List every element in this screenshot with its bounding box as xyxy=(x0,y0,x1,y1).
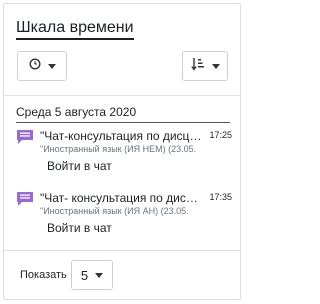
page-size-dropdown[interactable]: 5 xyxy=(71,260,113,290)
clock-icon xyxy=(28,57,41,75)
title-underline xyxy=(16,38,134,40)
chat-icon xyxy=(16,129,34,145)
chat-icon xyxy=(16,191,34,207)
join-chat-link[interactable]: Войти в чат xyxy=(47,159,112,173)
divider xyxy=(4,95,240,96)
date-divider xyxy=(16,122,230,123)
event-course-name: "Иностранный язык (ИЯ АН) (23.05. xyxy=(40,206,189,216)
join-chat-link[interactable]: Войти в чат xyxy=(47,221,112,235)
divider xyxy=(4,250,240,251)
date-heading: Среда 5 августа 2020 xyxy=(16,105,137,119)
timeline-block: Шкала времени Среда 5 августа 2020 "Чат-… xyxy=(3,3,241,300)
show-count-label: Показать xyxy=(20,269,67,281)
chevron-down-icon xyxy=(47,63,56,69)
block-title: Шкала времени xyxy=(16,19,134,36)
chevron-down-icon xyxy=(95,272,104,278)
filter-dropdown-button[interactable] xyxy=(17,51,67,81)
sort-by-time-icon xyxy=(190,57,205,76)
event-course-name: "Иностранный язык (ИЯ НЕМ) (23.05. xyxy=(40,144,197,154)
sort-dropdown-button[interactable] xyxy=(182,51,228,81)
event-name-link[interactable]: "Чат-консультация по дисциплине xyxy=(40,129,204,143)
chevron-down-icon xyxy=(211,63,220,69)
event-time: 17:35 xyxy=(209,192,232,202)
event-name-link[interactable]: "Чат- консультация по дисциплине xyxy=(40,191,204,205)
event-time: 17:25 xyxy=(209,130,232,140)
page-size-value: 5 xyxy=(80,267,89,283)
